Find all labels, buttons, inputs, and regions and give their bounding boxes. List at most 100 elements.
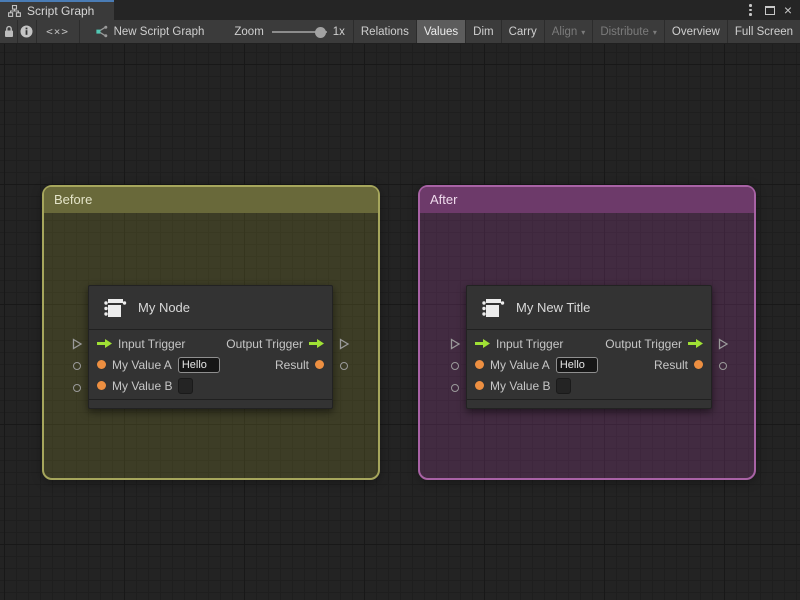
external-output-trigger-port[interactable]: [717, 338, 729, 350]
external-input-trigger-port[interactable]: [449, 338, 461, 350]
maximize-icon[interactable]: [764, 5, 775, 15]
value-b-port[interactable]: My Value B: [475, 377, 572, 394]
port-row-value-a: My Value A Result: [89, 354, 332, 375]
graph-hierarchy-icon: [8, 5, 21, 17]
lock-icon: [3, 25, 15, 38]
value-port-dot-icon: [475, 381, 484, 390]
full-screen-button[interactable]: Full Screen: [728, 20, 800, 43]
port-row-trigger: Input Trigger Output Trigger: [89, 333, 332, 354]
port-row-value-b: My Value B: [467, 375, 711, 396]
node-my-node[interactable]: My Node Input Trigger Output Trigger My …: [72, 285, 350, 409]
toggle-values[interactable]: Values: [416, 20, 466, 43]
port-label: Output Trigger: [605, 336, 682, 351]
group-before-header[interactable]: Before: [44, 187, 378, 213]
value-port-dot-icon: [315, 360, 324, 369]
value-a-field[interactable]: [555, 356, 598, 373]
info-icon: [20, 25, 33, 38]
value-port-dot-icon: [97, 360, 106, 369]
script-graph-asset-icon: [94, 25, 108, 38]
input-trigger-port[interactable]: Input Trigger: [97, 337, 185, 351]
graph-name-label: New Script Graph: [113, 25, 205, 38]
port-label: My Value B: [112, 378, 173, 393]
trigger-arrow-icon: [475, 338, 490, 349]
tab-title: Script Graph: [27, 4, 95, 18]
external-result-port[interactable]: [719, 362, 727, 370]
align-label: Align: [551, 25, 578, 38]
node-title: My New Title: [516, 300, 591, 315]
lock-button[interactable]: [0, 20, 17, 43]
chevron-down-icon: ▾: [652, 28, 657, 37]
value-a-port[interactable]: My Value A: [475, 356, 598, 373]
port-row-value-b: My Value B: [89, 375, 332, 396]
graph-asset-button[interactable]: New Script Graph: [86, 25, 213, 38]
node-header[interactable]: My Node: [89, 286, 332, 330]
value-port-dot-icon: [694, 360, 703, 369]
port-row-trigger: Input Trigger Output Trigger: [467, 333, 711, 354]
toggle-dim[interactable]: Dim: [466, 20, 500, 43]
zoom-slider[interactable]: [271, 20, 327, 43]
value-a-port[interactable]: My Value A: [97, 356, 220, 373]
trigger-arrow-icon: [688, 338, 703, 349]
port-label: Result: [274, 357, 309, 372]
close-icon[interactable]: ×: [784, 3, 792, 17]
zoom-slider-handle[interactable]: [314, 26, 326, 38]
result-port[interactable]: Result: [275, 358, 324, 372]
external-output-trigger-port[interactable]: [338, 338, 350, 350]
node-footer: [467, 399, 711, 408]
port-label: My Value A: [112, 357, 172, 372]
value-b-field[interactable]: [556, 377, 572, 394]
external-value-a-port[interactable]: [451, 362, 459, 370]
external-result-port[interactable]: [340, 362, 348, 370]
window-controls: ×: [745, 0, 800, 20]
tab-bar: Script Graph ×: [0, 0, 800, 20]
port-label: Input Trigger: [118, 336, 186, 351]
chevron-down-icon: ▾: [581, 28, 586, 37]
trigger-arrow-icon: [97, 338, 112, 349]
external-value-b-port[interactable]: [73, 384, 81, 392]
port-label: My Value B: [490, 378, 551, 393]
node-body: Input Trigger Output Trigger My Value A …: [467, 330, 711, 396]
port-row-value-a: My Value A Result: [467, 354, 711, 375]
external-value-b-port[interactable]: [451, 384, 459, 392]
node-header[interactable]: My New Title: [467, 286, 711, 330]
overview-button[interactable]: Overview: [665, 20, 727, 43]
unit-node-icon: [101, 294, 129, 322]
graph-canvas[interactable]: Before After My Node Input Trigger Outpu…: [0, 44, 800, 600]
group-before-title: Before: [54, 192, 93, 207]
zoom-label: Zoom: [234, 25, 264, 38]
output-trigger-port[interactable]: Output Trigger: [605, 337, 703, 351]
value-a-field[interactable]: [177, 356, 220, 373]
group-after-header[interactable]: After: [420, 187, 754, 213]
zoom-value: 1x: [332, 25, 345, 38]
kebab-menu-icon[interactable]: [745, 4, 756, 16]
output-trigger-port[interactable]: Output Trigger: [226, 337, 324, 351]
port-label: My Value A: [490, 357, 550, 372]
distribute-dropdown[interactable]: Distribute ▾: [593, 20, 664, 43]
external-value-a-port[interactable]: [73, 362, 81, 370]
info-button[interactable]: [18, 20, 35, 43]
code-icon: <×>: [46, 25, 69, 38]
align-dropdown[interactable]: Align ▾: [545, 20, 593, 43]
node-title: My Node: [138, 300, 191, 315]
graph-toolbar: <×> New Script Graph Zoom 1x Relations V…: [0, 20, 800, 44]
node-my-new-title[interactable]: My New Title Input Trigger Output Trigge…: [450, 285, 729, 409]
value-b-port[interactable]: My Value B: [97, 377, 194, 394]
external-input-trigger-port[interactable]: [71, 338, 83, 350]
input-trigger-port[interactable]: Input Trigger: [475, 337, 563, 351]
toggle-relations[interactable]: Relations: [354, 20, 416, 43]
node-footer: [89, 399, 332, 408]
group-after-title: After: [430, 192, 458, 207]
trigger-arrow-icon: [309, 338, 324, 349]
toggle-carry[interactable]: Carry: [502, 20, 544, 43]
port-label: Result: [653, 357, 688, 372]
value-port-dot-icon: [97, 381, 106, 390]
port-label: Input Trigger: [496, 336, 564, 351]
code-view-button[interactable]: <×>: [37, 20, 79, 43]
tab-script-graph[interactable]: Script Graph: [0, 0, 114, 20]
node-body: Input Trigger Output Trigger My Value A …: [89, 330, 332, 396]
result-port[interactable]: Result: [654, 358, 703, 372]
value-b-field[interactable]: [178, 377, 194, 394]
unit-node-icon: [479, 294, 507, 322]
distribute-label: Distribute: [600, 25, 649, 38]
port-label: Output Trigger: [226, 336, 303, 351]
